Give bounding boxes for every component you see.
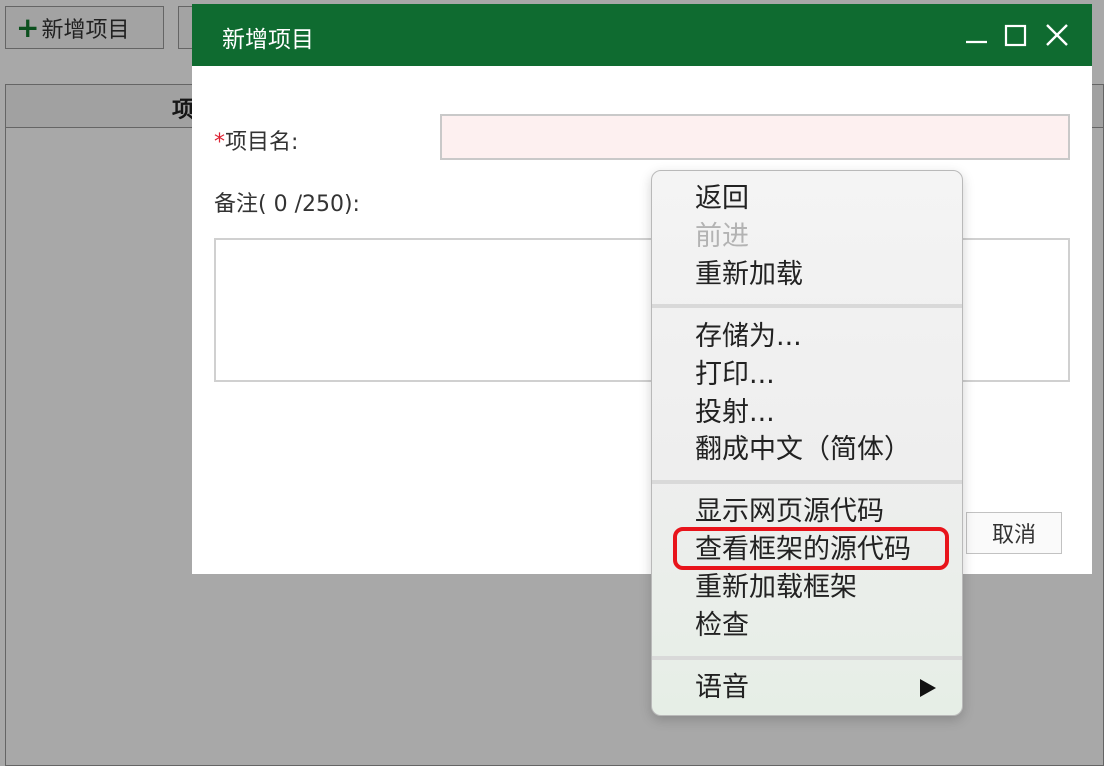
project-name-label-text: 项目名:	[225, 130, 299, 155]
menu-item-forward: 前进	[695, 221, 749, 252]
context-menu: 返回 前进 重新加载 存储为... 打印... 投射... 翻成中文（简体） 显…	[651, 170, 963, 716]
required-mark: *	[214, 130, 225, 155]
menu-item-speech[interactable]: 语音	[695, 671, 749, 705]
menu-item-view-page-source[interactable]: 显示网页源代码	[695, 495, 884, 529]
minimize-icon[interactable]	[963, 21, 991, 49]
dialog-titlebar[interactable]: 新增项目	[192, 4, 1092, 66]
remark-label: 备注( 0 /250):	[214, 192, 360, 217]
menu-item-print[interactable]: 打印...	[695, 358, 775, 392]
menu-item-reload[interactable]: 重新加载	[695, 258, 803, 292]
menu-item-save-as[interactable]: 存储为...	[695, 320, 802, 354]
menu-separator	[652, 304, 962, 308]
cancel-button[interactable]: 取消	[966, 512, 1062, 554]
project-name-input[interactable]	[440, 114, 1070, 160]
menu-separator	[652, 480, 962, 484]
menu-item-back[interactable]: 返回	[695, 182, 749, 216]
menu-separator	[652, 656, 962, 660]
dialog-title: 新增项目	[222, 27, 314, 53]
menu-item-translate[interactable]: 翻成中文（简体）	[695, 433, 911, 467]
menu-item-inspect[interactable]: 检查	[695, 609, 749, 643]
menu-item-view-frame-source[interactable]: 查看框架的源代码	[695, 533, 911, 567]
menu-item-reload-frame[interactable]: 重新加载框架	[695, 571, 857, 605]
submenu-arrow-icon	[920, 679, 936, 697]
maximize-icon[interactable]	[1002, 21, 1030, 49]
project-name-label: *项目名:	[214, 124, 298, 156]
close-icon[interactable]	[1043, 21, 1071, 49]
menu-item-cast[interactable]: 投射...	[695, 396, 775, 430]
